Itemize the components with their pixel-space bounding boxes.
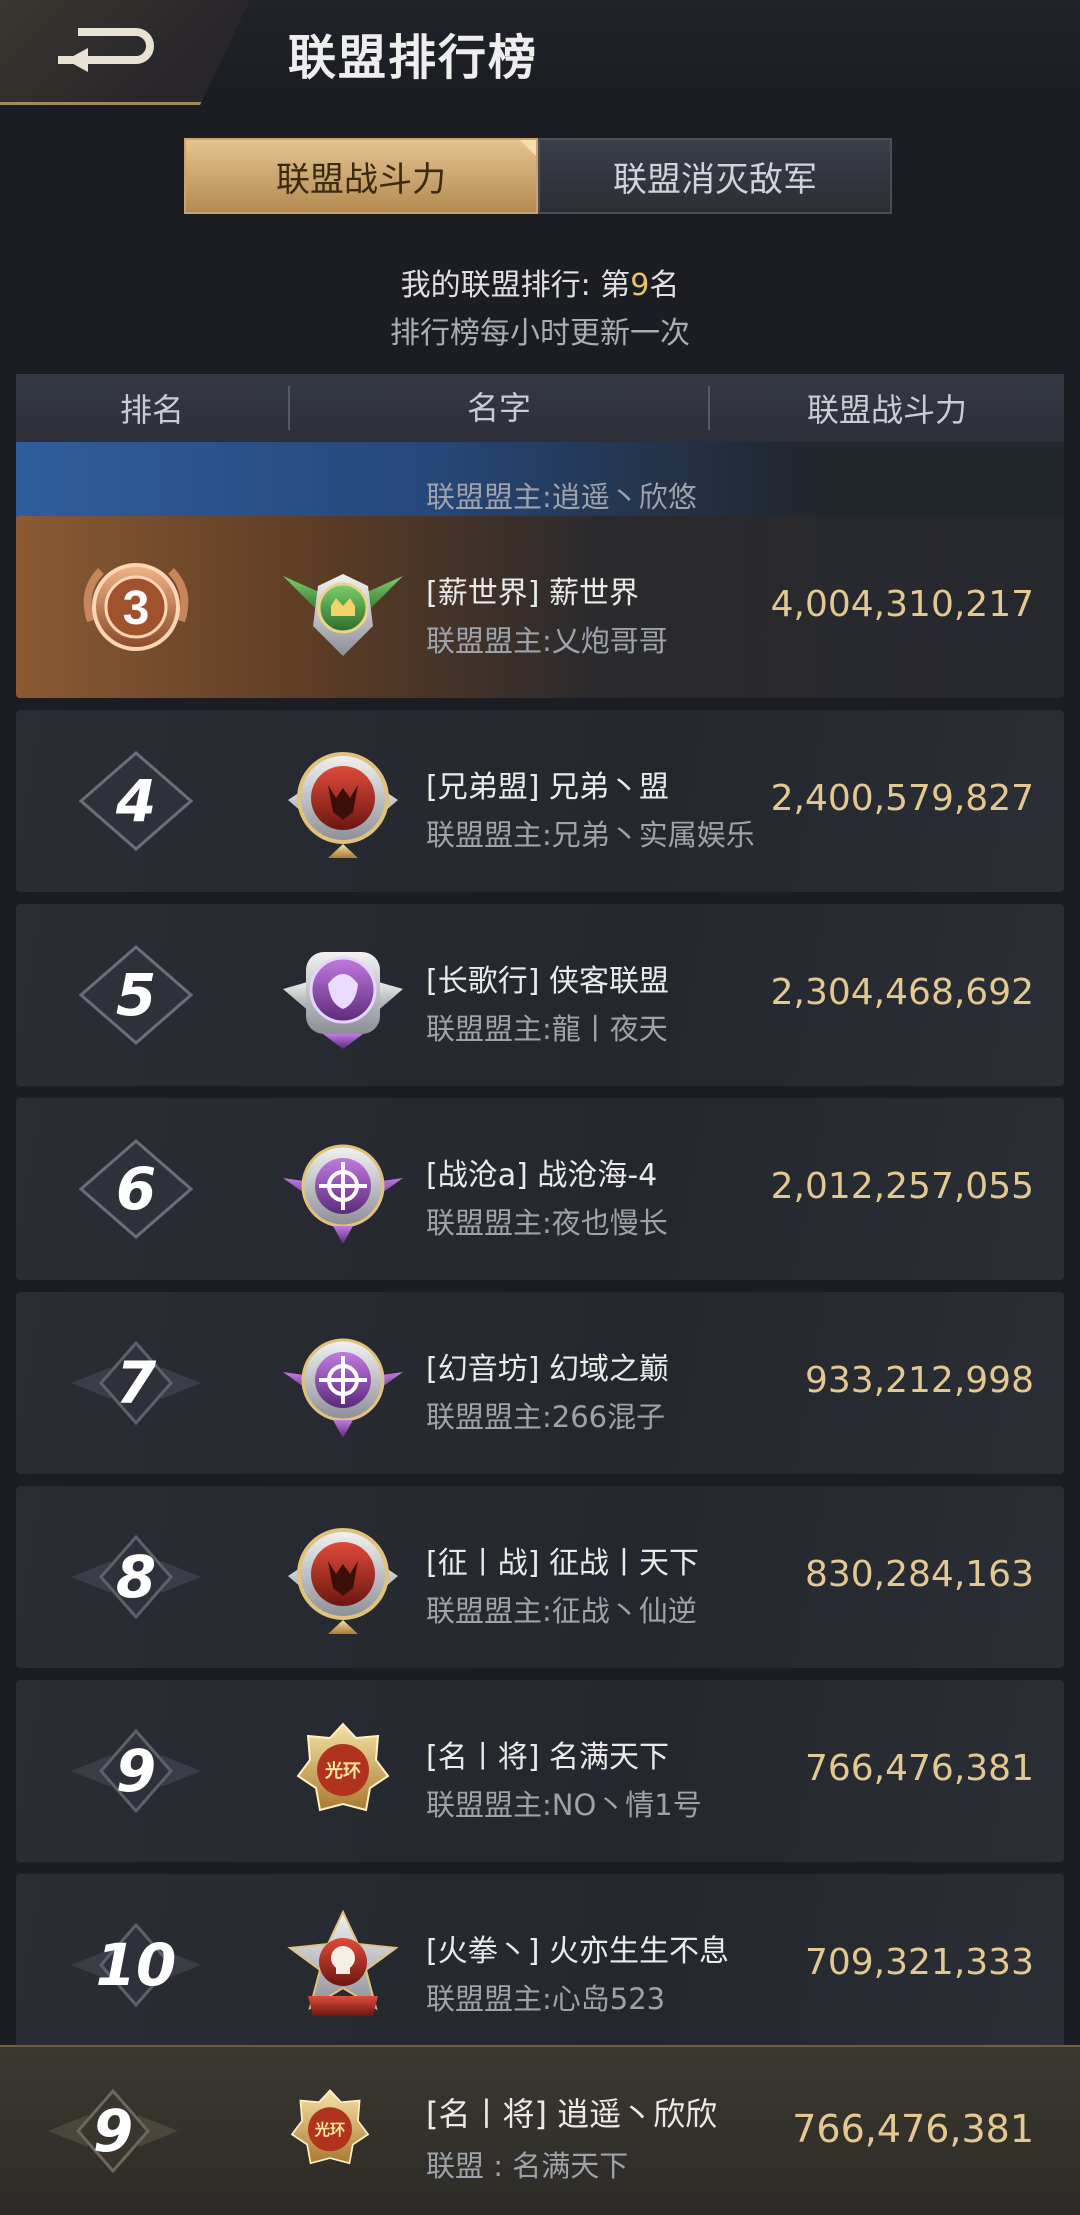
alliance-power: 2,400,579,827	[770, 778, 1034, 819]
alliance-name: [名丨将] 逍遥丶欣欣	[426, 2095, 718, 2133]
rank-badge: 6	[71, 1133, 201, 1245]
gold-halo-emblem: 光环	[278, 1710, 408, 1834]
rank-number: 9	[92, 2097, 134, 2165]
alliance-leader: 联盟盟主:NO丶情1号	[426, 1788, 702, 1822]
rank-badge: 7	[71, 1327, 201, 1439]
ranking-list[interactable]: 联盟盟主:逍遥丶欣悠 3 [薪世界] 薪世界 联盟盟主:乂炮哥哥 4,004,3…	[0, 442, 1080, 2045]
column-header: 排名 名字 联盟战斗力	[16, 374, 1064, 442]
list-item[interactable]: 3 [薪世界] 薪世界 联盟盟主:乂炮哥哥 4,004,310,217	[16, 516, 1064, 698]
purple-crosshair-emblem	[278, 1128, 408, 1252]
my-alliance-rank: 我的联盟排行: 第9名	[0, 260, 1080, 304]
alliance-name: [战沧a] 战沧海-4	[426, 1158, 658, 1193]
alliance-name: [长歌行] 侠客联盟	[426, 964, 669, 999]
red-wolf-emblem	[278, 740, 408, 864]
list-item[interactable]: 9 光环 [名丨将] 名满天下 联盟盟主:NO丶情1号 766,476,381	[16, 1680, 1064, 1862]
tab-alliance-kills[interactable]: 联盟消灭敌军	[538, 138, 892, 214]
rank-number: 10	[95, 1931, 177, 1999]
svg-text:光环: 光环	[324, 1760, 361, 1782]
my-alliance-row[interactable]: 9 光环 [名丨将] 逍遥丶欣欣 联盟 : 名满天下 766,476,381	[0, 2045, 1080, 2215]
alliance-leader: 联盟盟主:266混子	[426, 1400, 666, 1434]
my-rank-number: 9	[630, 268, 650, 303]
rank-medal-bronze: 3	[71, 551, 201, 663]
list-item[interactable]: 6 [战沧a] 战沧海-4 联盟盟主:夜也慢长 2,012,257,055	[16, 1098, 1064, 1280]
alliance-leader: 联盟盟主:乂炮哥哥	[426, 624, 668, 658]
alliance-name: [征丨战] 征战丨天下	[426, 1546, 699, 1581]
alliance-power: 766,476,381	[792, 2107, 1034, 2151]
my-rank-suffix: 名	[649, 268, 680, 303]
alliance-name: [幻音坊] 幻域之巅	[426, 1352, 669, 1387]
list-item[interactable]: 8 [征丨战] 征战丨天下 联盟盟主:征战丶仙逆 830,284,163	[16, 1486, 1064, 1668]
my-rank-prefix: 我的联盟排行: 第	[400, 268, 631, 303]
bronze-medal-icon: 3	[83, 563, 189, 651]
rank-badge: 10	[71, 1909, 201, 2021]
col-power: 联盟战斗力	[806, 391, 967, 429]
alliance-name: [名丨将] 名满天下	[426, 1740, 669, 1775]
svg-text:3: 3	[123, 582, 150, 635]
rank-badge: 9	[71, 1715, 201, 1827]
back-arrow-icon	[58, 28, 154, 72]
alliance-name: [兄弟盟] 兄弟丶盟	[426, 770, 669, 805]
rank-badge: 9	[48, 2075, 178, 2187]
tab-alliance-power[interactable]: 联盟战斗力	[184, 138, 538, 214]
alliance-leader: 联盟盟主:夜也慢长	[426, 1206, 668, 1240]
alliance-label: 联盟 : 名满天下	[426, 2149, 629, 2183]
rank-number: 4	[115, 767, 157, 835]
green-wing-emblem	[278, 546, 408, 670]
gold-halo-emblem: 光环	[275, 2069, 385, 2193]
skull-star-emblem	[278, 1904, 408, 2028]
rank-number: 6	[115, 1155, 157, 1223]
purple-lion-emblem	[278, 934, 408, 1058]
alliance-leader: 联盟盟主:逍遥丶欣悠	[426, 480, 697, 514]
rank-number: 9	[115, 1737, 157, 1805]
col-rank: 排名	[119, 391, 184, 429]
purple-crosshair-emblem	[278, 1322, 408, 1446]
alliance-power: 2,012,257,055	[770, 1166, 1034, 1207]
update-note: 排行榜每小时更新一次	[390, 316, 690, 351]
alliance-power: 4,004,310,217	[770, 584, 1034, 625]
alliance-power: 709,321,333	[804, 1942, 1034, 1983]
list-item[interactable]: 10 [火拳丶] 火亦生生不息 联盟盟主:心岛523 709,321,333	[16, 1874, 1064, 2045]
top-bar: 联盟排行榜	[0, 0, 1080, 110]
red-wolf-emblem	[278, 1516, 408, 1640]
list-item[interactable]: 7 [幻音坊] 幻域之巅 联盟盟主:266混子 933,212,998	[16, 1292, 1064, 1474]
alliance-name: [薪世界] 薪世界	[426, 576, 639, 611]
rank-badge: 5	[71, 939, 201, 1051]
alliance-power: 830,284,163	[804, 1554, 1034, 1595]
tab-bar: 联盟战斗力 联盟消灭敌军	[184, 138, 892, 214]
alliance-power: 2,304,468,692	[770, 972, 1034, 1013]
rank-number: 5	[115, 961, 157, 1029]
svg-text:光环: 光环	[314, 2121, 345, 2139]
alliance-leader: 联盟盟主:征战丶仙逆	[426, 1594, 697, 1628]
alliance-power: 933,212,998	[804, 1360, 1034, 1401]
list-item[interactable]: 4 [兄弟盟] 兄弟丶盟 联盟盟主:兄弟丶实属娱乐 2,400,579,827	[16, 710, 1064, 892]
col-name: 名字	[288, 386, 710, 430]
alliance-leader: 联盟盟主:兄弟丶实属娱乐	[426, 818, 755, 852]
page-title: 联盟排行榜	[288, 30, 539, 86]
alliance-name: [火拳丶] 火亦生生不息	[426, 1934, 729, 1969]
list-item[interactable]: 5 [长歌行] 侠客联盟 联盟盟主:龍丨夜天 2,304,468,692	[16, 904, 1064, 1086]
alliance-leader: 联盟盟主:龍丨夜天	[426, 1012, 668, 1046]
rank-badge: 8	[71, 1521, 201, 1633]
rank-number: 7	[115, 1349, 157, 1417]
back-button[interactable]	[0, 0, 250, 105]
rank-badge: 4	[71, 745, 201, 857]
alliance-leader: 联盟盟主:心岛523	[426, 1982, 666, 2016]
alliance-power: 766,476,381	[804, 1748, 1034, 1789]
rank-number: 8	[115, 1543, 157, 1611]
